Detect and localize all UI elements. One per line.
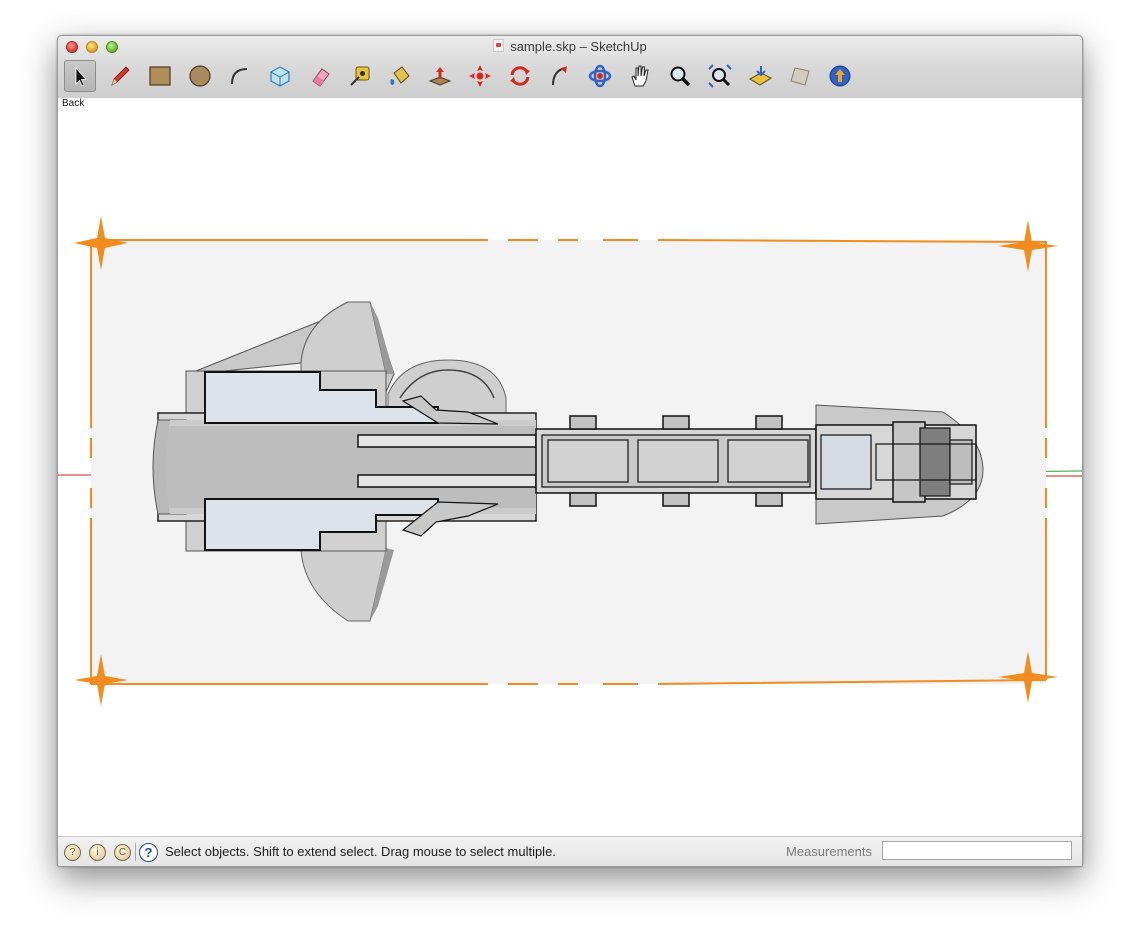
rotate-icon xyxy=(510,66,530,86)
share-model-icon xyxy=(829,65,851,87)
status-divider xyxy=(135,843,136,861)
model-drawing xyxy=(58,216,1082,706)
select-tool-button[interactable] xyxy=(64,60,96,92)
geolocation-icon[interactable]: ? xyxy=(64,844,81,861)
copyright-icon[interactable]: C xyxy=(114,844,131,861)
arc-icon xyxy=(231,68,248,85)
zoom-extents-tool-button[interactable] xyxy=(704,60,736,92)
zoom-icon xyxy=(670,66,691,87)
follow-me-tool-button[interactable] xyxy=(544,60,576,92)
status-bar: ? i C ? Select objects. Shift to extend … xyxy=(58,836,1082,866)
title-bar: sample.skp – SketchUp xyxy=(58,36,1082,99)
circle-tool-button[interactable] xyxy=(184,60,216,92)
previous-view-icon xyxy=(748,66,773,86)
pan-tool-button[interactable] xyxy=(624,60,656,92)
credits-icon[interactable]: i xyxy=(89,844,106,861)
line-tool-button[interactable] xyxy=(104,60,136,92)
measurements-input[interactable] xyxy=(882,841,1072,860)
zoom-tool-button[interactable] xyxy=(664,60,696,92)
tape-measure-tool-button[interactable] xyxy=(344,60,376,92)
section-plane-icon xyxy=(790,67,810,86)
eraser-icon xyxy=(312,68,330,87)
orbit-icon xyxy=(588,64,612,88)
arc-tool-button[interactable] xyxy=(224,60,256,92)
pan-hand-icon xyxy=(631,65,649,87)
main-toolbar xyxy=(64,60,1064,92)
push-pull-icon xyxy=(428,67,452,86)
move-tool-button[interactable] xyxy=(464,60,496,92)
document-icon xyxy=(493,39,505,52)
rectangle-tool-button[interactable] xyxy=(144,60,176,92)
zoom-extents-icon xyxy=(708,64,732,88)
rectangle-icon xyxy=(149,66,171,86)
move-icon xyxy=(469,65,491,87)
arrow-pointer-icon xyxy=(75,66,87,87)
window-title-text: sample.skp – SketchUp xyxy=(510,39,647,54)
rotate-tool-button[interactable] xyxy=(504,60,536,92)
window-title: sample.skp – SketchUp xyxy=(58,38,1082,56)
tape-measure-icon xyxy=(350,66,370,86)
model-viewport[interactable]: Back xyxy=(58,98,1082,836)
eraser-tool-button[interactable] xyxy=(304,60,336,92)
push-pull-tool-button[interactable] xyxy=(424,60,456,92)
share-model-tool-button[interactable] xyxy=(824,60,856,92)
orbit-tool-button[interactable] xyxy=(584,60,616,92)
paint-bucket-icon xyxy=(390,66,410,85)
paint-bucket-tool-button[interactable] xyxy=(384,60,416,92)
sketchup-window: sample.skp – SketchUp Back ? i C ? Selec… xyxy=(57,35,1083,867)
pencil-icon xyxy=(111,66,130,86)
help-icon[interactable]: ? xyxy=(139,843,158,862)
previous-view-tool-button[interactable] xyxy=(744,60,776,92)
make-component-tool-button[interactable] xyxy=(264,60,296,92)
component-icon xyxy=(270,66,290,87)
status-hint: Select objects. Shift to extend select. … xyxy=(165,844,556,859)
follow-me-icon xyxy=(552,66,567,86)
section-plane-tool-button[interactable] xyxy=(784,60,816,92)
circle-icon xyxy=(189,65,211,87)
measurements-label: Measurements xyxy=(786,844,872,859)
scene-tab-back[interactable]: Back xyxy=(62,98,84,109)
